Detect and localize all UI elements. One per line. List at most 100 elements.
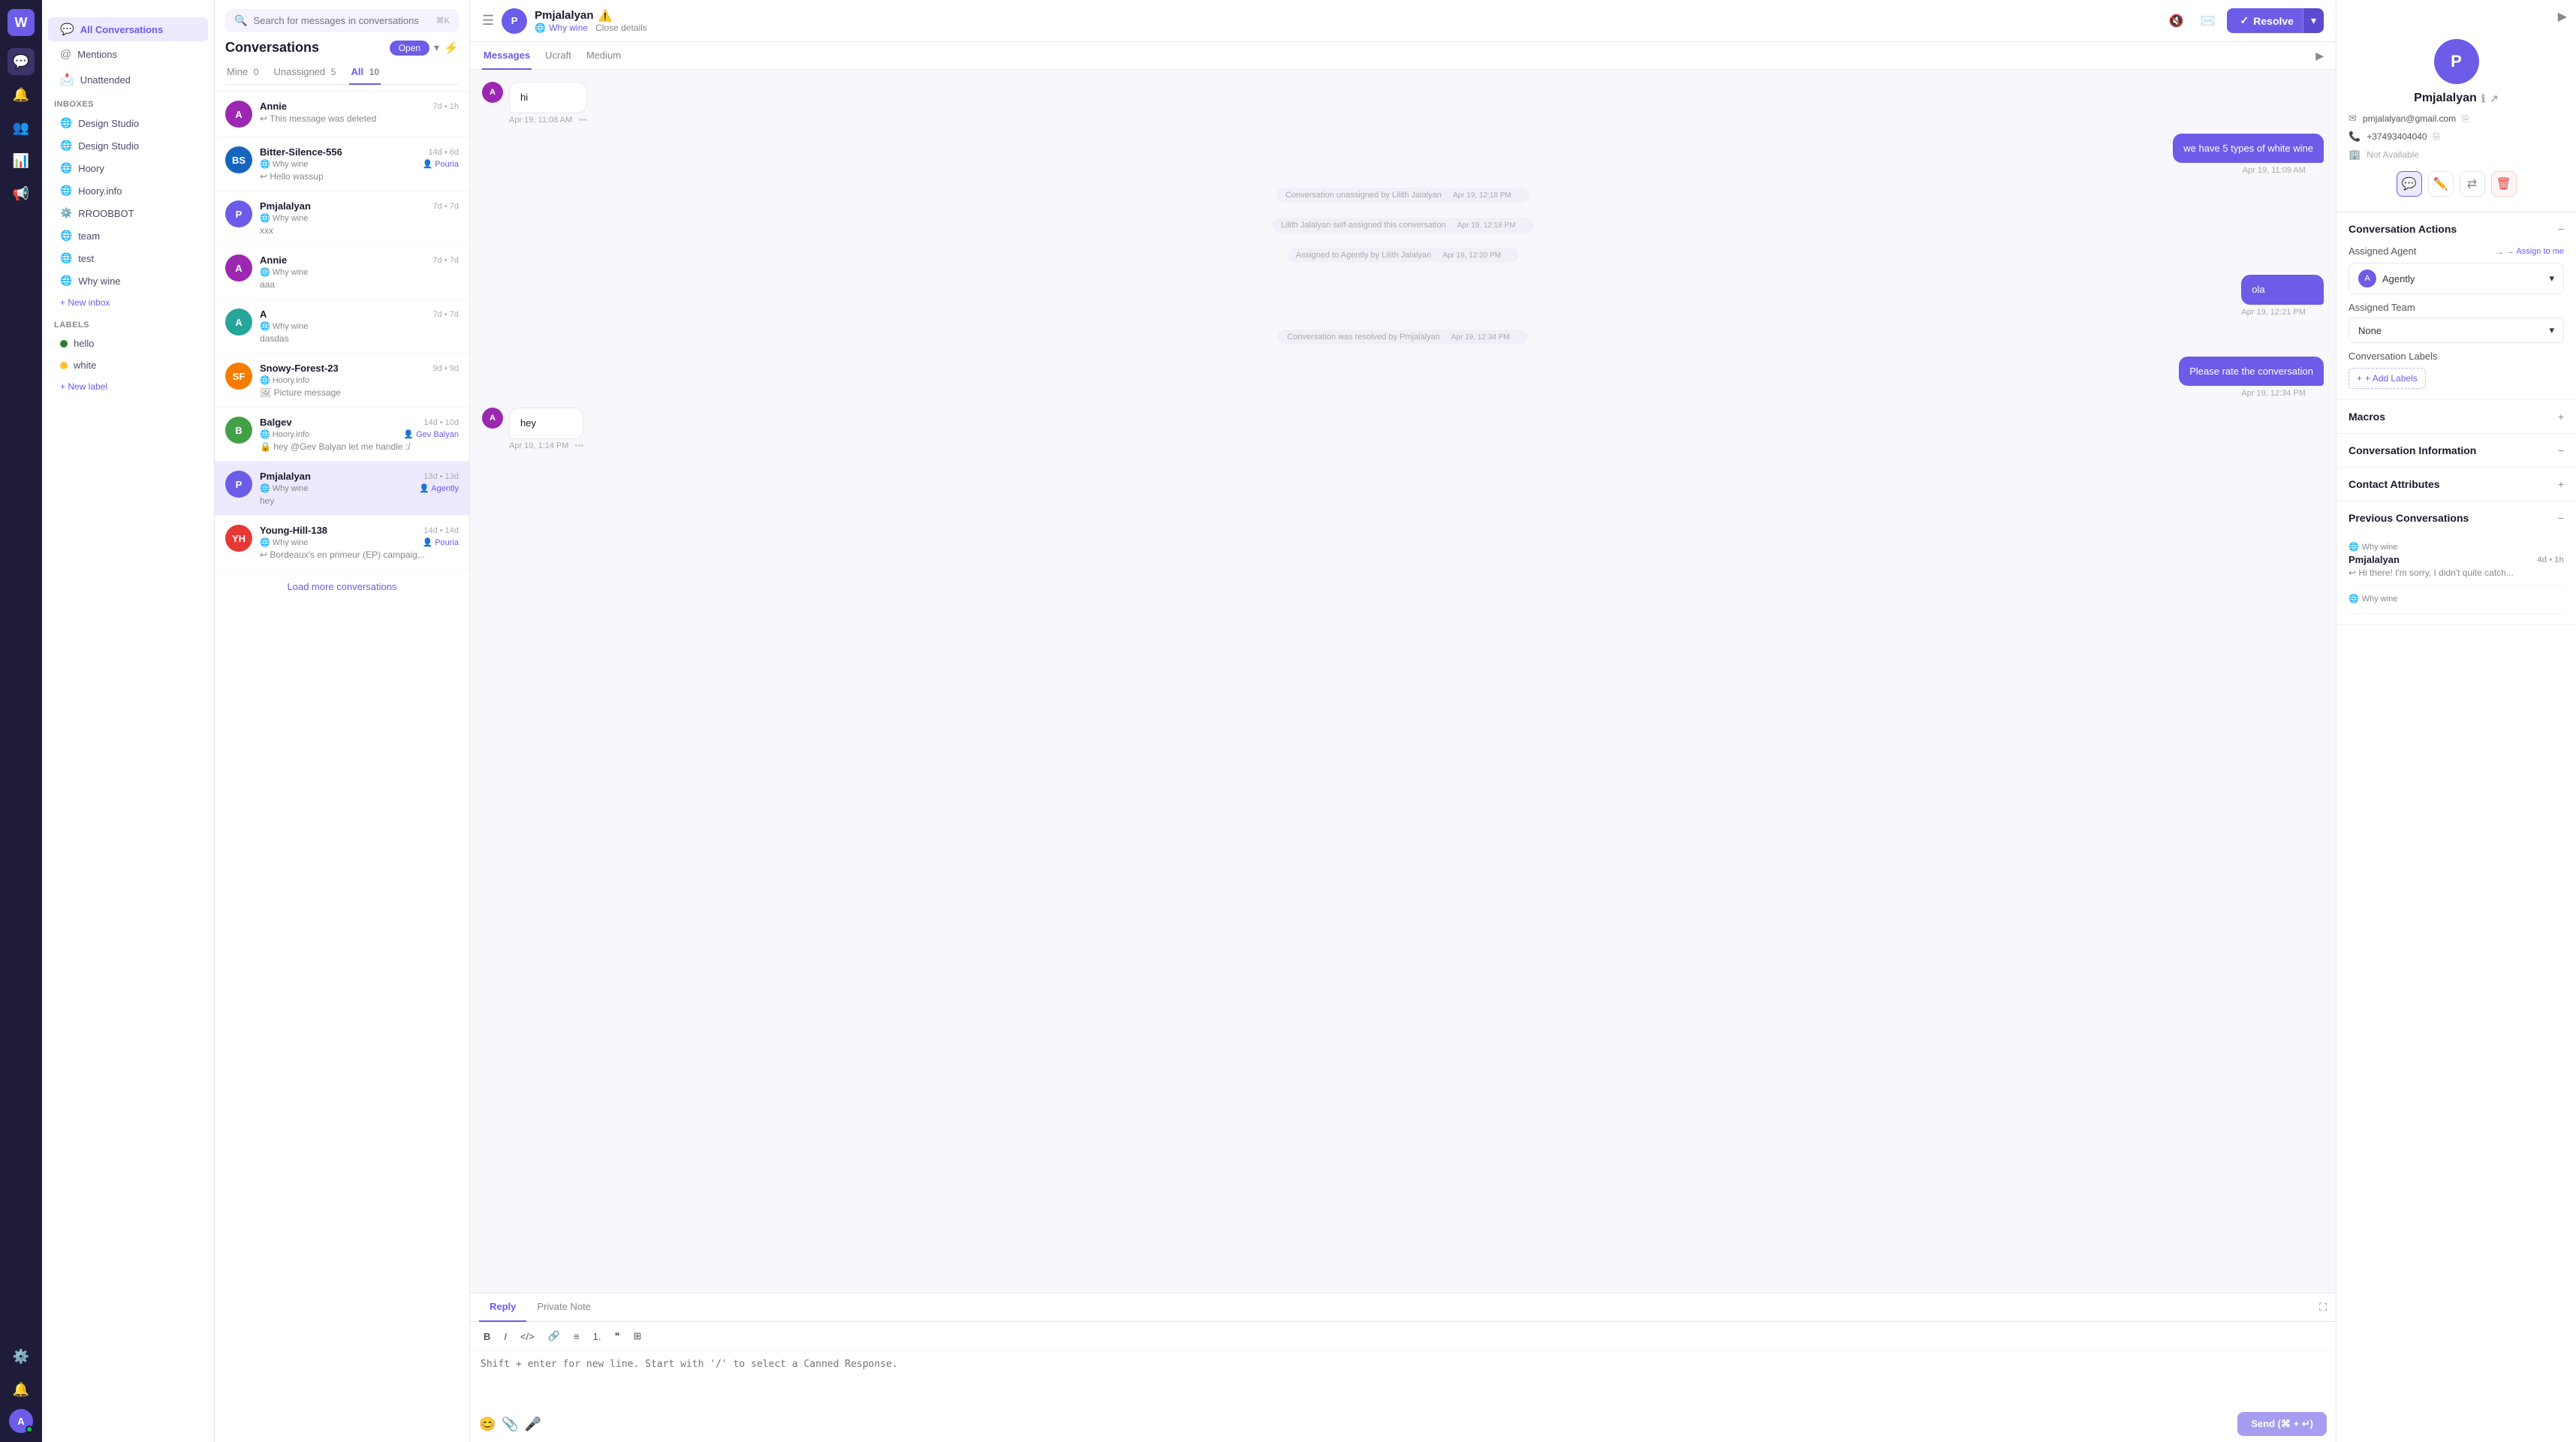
previous-convs-header[interactable]: Previous Conversations − [2336,501,2576,534]
inbox-globe-icon: 🌐 [60,162,72,174]
search-bar[interactable]: 🔍 ⌘K [225,9,459,32]
blockquote-button[interactable]: ❝ [610,1328,624,1344]
audio-button[interactable]: 🎤 [525,1416,541,1432]
conversation-actions-header[interactable]: Conversation Actions − [2336,212,2576,245]
conv-item-a[interactable]: A A 7d • 7d 🌐Why wine dasdas [215,300,469,354]
tab-ucraft[interactable]: Ucraft [544,42,573,70]
nav-mentions[interactable]: 🔔 [8,81,35,108]
nav-reports[interactable]: 📊 [8,147,35,174]
expand-tabs-icon[interactable]: ▶ [2315,50,2324,62]
new-label-button[interactable]: + New label [48,377,208,396]
conv-item-annie-1[interactable]: A Annie 7d • 1h ↩ This message was delet… [215,92,469,137]
send-button[interactable]: Send (⌘ + ↵) [2237,1412,2327,1436]
load-more-button[interactable]: Load more conversations [288,581,397,592]
tab-medium[interactable]: Medium [585,42,622,70]
nav-unattended[interactable]: 📩 Unattended [48,68,208,92]
label-hello[interactable]: hello [48,333,208,354]
inbox-design-studio-2[interactable]: 🌐 Design Studio [48,135,208,156]
conv-avatar: A [225,254,252,281]
tab-all[interactable]: All 10 [349,62,381,85]
conversation-info-header[interactable]: Conversation Information − [2336,434,2576,467]
inbox-design-studio-1[interactable]: 🌐 Design Studio [48,113,208,134]
conv-item-annie-2[interactable]: A Annie 7d • 7d 🌐Why wine aaa [215,245,469,300]
bullet-list-button[interactable]: ≡ [569,1329,584,1344]
nav-conversations[interactable]: 💬 [8,48,35,75]
tab-mine[interactable]: Mine 0 [225,62,260,85]
inbox-hoory[interactable]: 🌐 Hoory [48,158,208,179]
code-button[interactable]: </> [516,1329,539,1344]
conv-item-pmjalalyan-1[interactable]: P Pmjalalyan 7d • 7d 🌐Why wine xxx [215,191,469,245]
copy-phone-icon[interactable]: ⎘ [2433,131,2441,143]
italic-button[interactable]: I [499,1329,511,1344]
bold-button[interactable]: B [479,1329,495,1344]
edit-contact-button[interactable]: ✏️ [2428,171,2454,197]
macros-header[interactable]: Macros + [2336,400,2576,433]
inbox-team[interactable]: 🌐 team [48,225,208,246]
menu-icon[interactable]: ☰ [482,13,494,29]
filter-options-icon[interactable]: ⚡ [444,41,459,56]
expand-reply-icon[interactable]: ⛶ [2319,1293,2327,1321]
info-icon[interactable]: ℹ [2481,92,2485,105]
external-link-icon[interactable]: ↗ [2490,92,2499,105]
new-inbox-button[interactable]: + New inbox [48,293,208,312]
white-dot [60,362,68,369]
prev-conv-item-2[interactable]: 🌐 Why wine [2349,586,2564,614]
conv-item-balgev[interactable]: B Balgev 14d • 10d 🌐Hoory.info 👤 Gev Bal… [215,408,469,462]
resolve-button[interactable]: ✓ A Resolve [2227,8,2307,33]
nav-settings[interactable]: ⚙️ [8,1343,35,1370]
user-avatar[interactable]: A [9,1409,33,1433]
send-email-icon-button[interactable]: ✉️ [2195,8,2221,34]
tab-unassigned[interactable]: Unassigned 5 [272,62,337,85]
number-list-button[interactable]: 1. [589,1329,606,1344]
nav-all-conversations[interactable]: 💬 All Conversations [48,17,208,41]
copy-email-icon[interactable]: ⎘ [2462,113,2469,125]
delete-contact-button[interactable]: 🗑 [2491,171,2517,197]
reply-footer: 😊 📎 🎤 Send (⌘ + ↵) [470,1406,2336,1442]
conv-item-pmjalalyan-active[interactable]: P Pmjalalyan 13d • 13d 🌐Why wine 👤 Agent… [215,462,469,516]
inboxes-label: Inboxes [42,92,214,112]
close-details-link[interactable]: Close details [595,23,647,33]
mute-icon-button[interactable]: 🔇 [2164,8,2189,34]
inbox-hoory-info[interactable]: 🌐 Hoory.info [48,180,208,201]
table-button[interactable]: ⊞ [628,1328,646,1344]
filter-dropdown-arrow[interactable]: ▾ [434,41,439,54]
nav-campaigns[interactable]: 📢 [8,180,35,207]
icon-sidebar: W 💬 🔔 👥 📊 📢 ⚙️ 🔔 A [0,0,42,1442]
team-select-box[interactable]: None ▾ [2349,318,2564,343]
attachment-button[interactable]: 📎 [502,1416,518,1432]
more-icon[interactable]: ••• [578,116,587,125]
tab-reply[interactable]: Reply [479,1293,526,1322]
emoji-button[interactable]: 😊 [479,1416,496,1432]
new-conversation-button[interactable]: 💬 [2397,171,2422,197]
assign-to-me-link[interactable]: → → Assign to me [2495,246,2564,257]
link-button[interactable]: 🔗 [544,1328,565,1344]
contact-attributes-header[interactable]: Contact Attributes + [2336,468,2576,501]
filter-open-badge[interactable]: Open [390,41,429,56]
system-message: Lilith Jalalyan self-assigned this conve… [482,215,2324,236]
reply-input[interactable] [470,1351,2336,1404]
conv-avatar: B [225,417,252,444]
nav-mentions[interactable]: @ Mentions [48,43,208,66]
search-input[interactable] [253,15,429,26]
inbox-rroobbot[interactable]: ⚙️ RROOBBOT [48,203,208,224]
messages-area: A hi Apr 19, 11:08 AM ••• we have 5 type… [470,70,2336,1293]
tab-messages[interactable]: Messages [482,42,532,70]
merge-contact-button[interactable]: ⇄ [2460,171,2485,197]
conv-item-snowy-forest[interactable]: SF Snowy-Forest-23 9d • 9d 🌐Hoory.info 🖼… [215,354,469,408]
mentions-icon: @ [60,48,71,61]
prev-conv-item[interactable]: 🌐 Why wine Pmjalalyan 4d • 1h ↩ Hi there… [2349,534,2564,586]
right-panel-collapse-icon[interactable]: ▶ [2558,9,2567,24]
resolve-dropdown-button[interactable]: ▾ [2303,8,2324,33]
add-labels-button[interactable]: + + Add Labels [2349,368,2426,389]
conv-item-bitter-silence[interactable]: BS Bitter-Silence-556 14d • 6d 🌐Why wine… [215,137,469,191]
agent-select-box[interactable]: A Agently ▾ [2349,263,2564,294]
prev-conv-globe-icon-2: 🌐 [2349,594,2359,604]
nav-bell[interactable]: 🔔 [8,1376,35,1403]
inbox-test[interactable]: 🌐 test [48,248,208,269]
nav-contacts[interactable]: 👥 [8,114,35,141]
label-white[interactable]: white [48,355,208,375]
conv-item-young-hill[interactable]: YH Young-Hill-138 14d • 14d 🌐Why wine 👤 … [215,516,469,570]
inbox-why-wine[interactable]: 🌐 Why wine [48,270,208,291]
tab-private-note[interactable]: Private Note [526,1293,601,1322]
more-icon[interactable]: ••• [575,441,584,450]
